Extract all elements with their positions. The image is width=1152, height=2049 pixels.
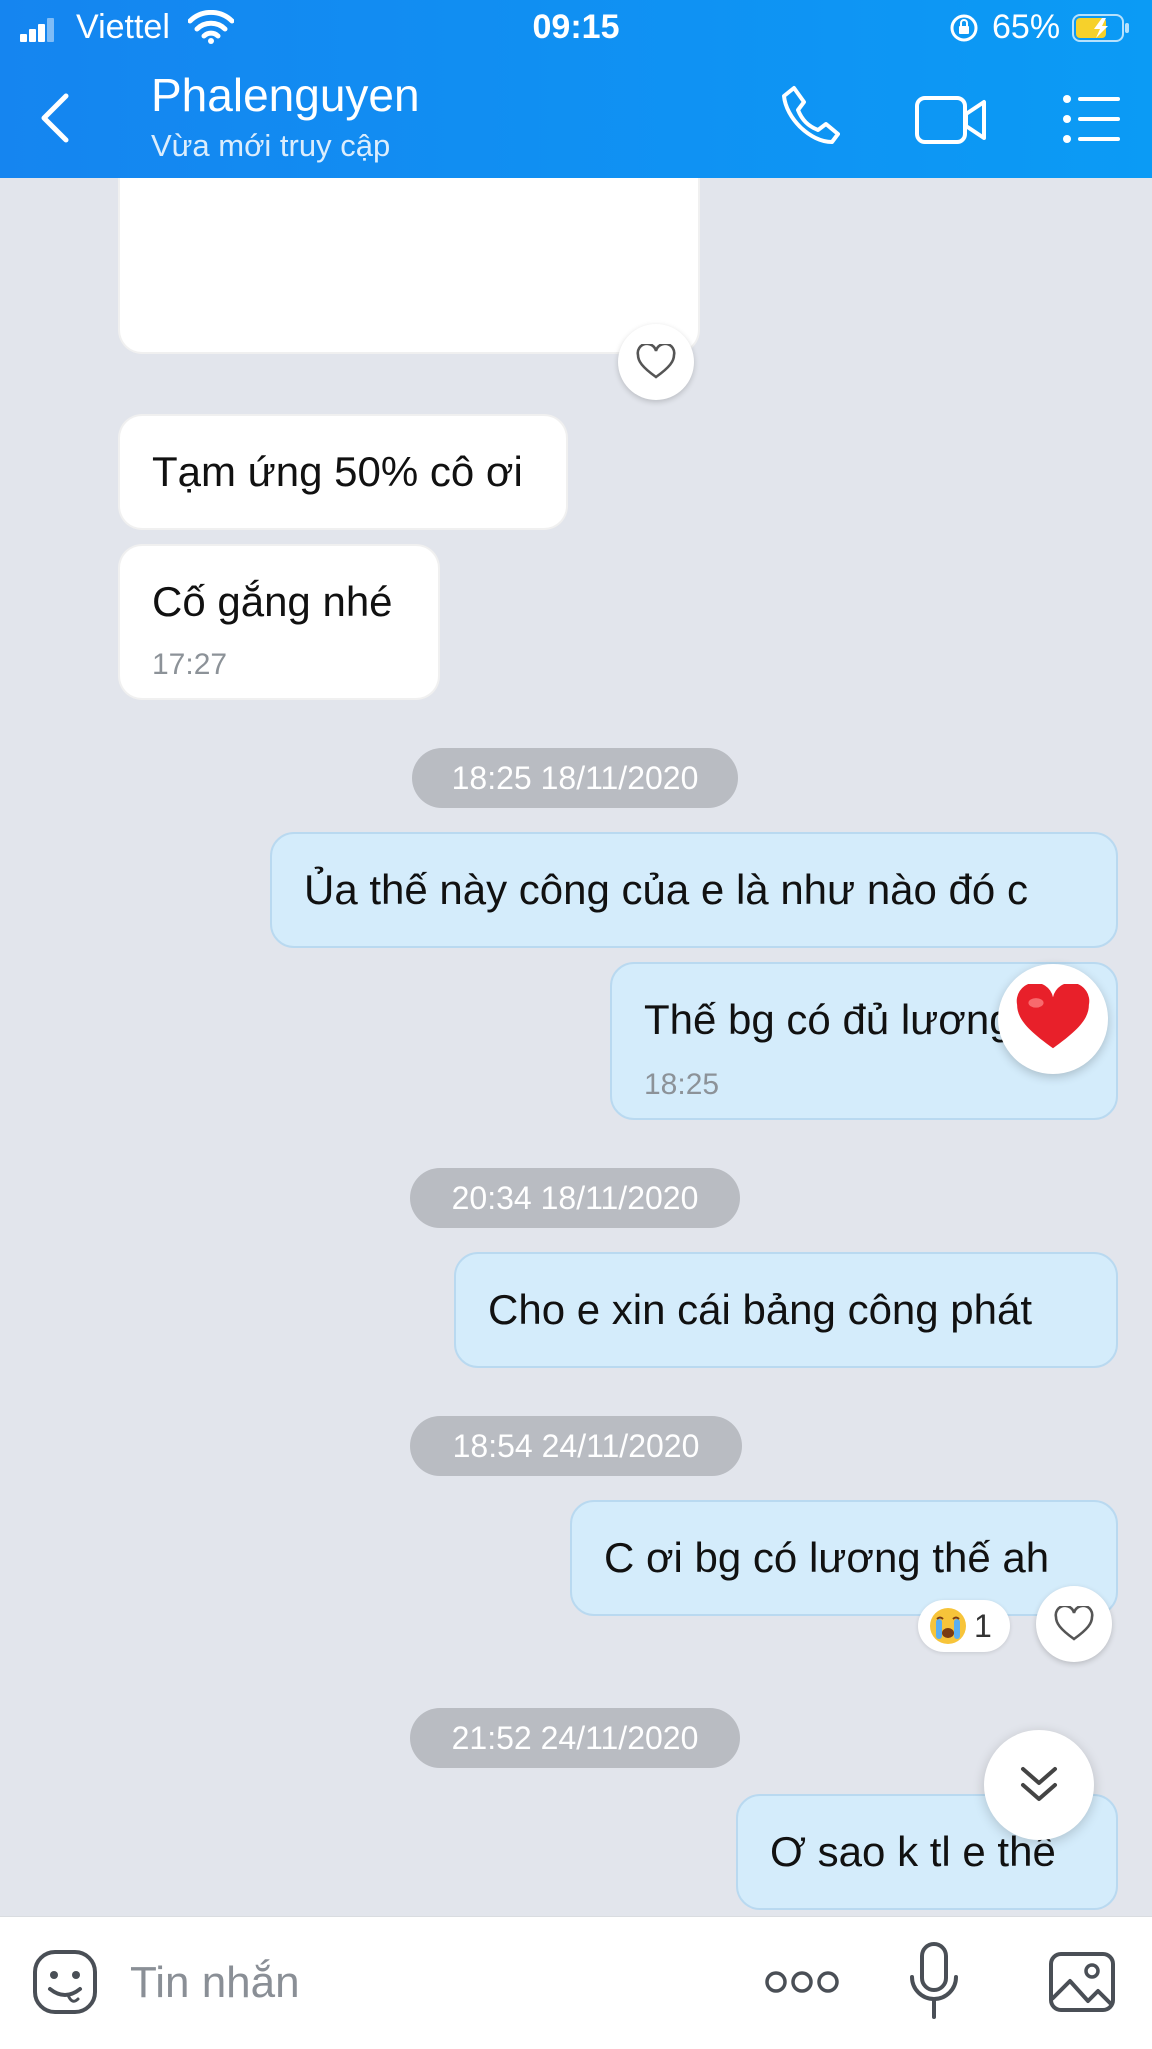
- date-separator: 21:52 24/11/2020: [410, 1708, 740, 1768]
- message-bubble-incoming[interactable]: Tạm ứng 50% cô ơi: [118, 414, 568, 530]
- back-arrow-icon[interactable]: [36, 90, 76, 146]
- message-text: Ủa thế này công của e là như nào đó c: [304, 866, 1028, 913]
- message-input-bar: [0, 1916, 1152, 2049]
- list-menu-icon[interactable]: [1062, 94, 1122, 144]
- red-heart-icon: [1016, 984, 1090, 1049]
- app-header: Viettel 09:15 65% Phalenguyen Vừa mới tr…: [0, 0, 1152, 178]
- message-text: Cố gắng nhé: [152, 578, 393, 625]
- chat-area[interactable]: Tạm ứng 50% cô ơi Cố gắng nhé 17:27 18:2…: [0, 178, 1152, 1916]
- crying-face-icon: [930, 1608, 966, 1644]
- phone-icon[interactable]: [780, 84, 840, 146]
- date-separator: 20:34 18/11/2020: [410, 1168, 740, 1228]
- message-time: 17:27: [152, 648, 228, 681]
- like-button[interactable]: [1036, 1586, 1112, 1662]
- message-bubble-incoming[interactable]: Cố gắng nhé 17:27: [118, 544, 440, 700]
- message-bubble-outgoing[interactable]: C ơi bg có lương thế ah: [570, 1500, 1118, 1616]
- message-input[interactable]: [128, 1947, 712, 2019]
- message-text: Ơ sao k tl e thế: [770, 1828, 1056, 1875]
- contact-name[interactable]: Phalenguyen: [151, 68, 420, 122]
- battery-icon: [1072, 14, 1129, 42]
- message-text: Tạm ứng 50% cô ơi: [152, 448, 523, 495]
- presence-status: Vừa mới truy cập: [151, 128, 391, 163]
- scroll-to-bottom-button[interactable]: [984, 1730, 1094, 1840]
- emoji-face-icon[interactable]: [32, 1949, 98, 2015]
- microphone-icon[interactable]: [908, 1941, 960, 2023]
- message-text: Thế bg có đủ lương: [644, 996, 1013, 1043]
- date-separator: 18:54 24/11/2020: [410, 1416, 742, 1476]
- image-message-card[interactable]: [118, 178, 700, 354]
- heart-reaction[interactable]: [998, 964, 1108, 1074]
- message-bubble-outgoing[interactable]: Ủa thế này công của e là như nào đó c: [270, 832, 1118, 948]
- heart-icon: [1054, 1606, 1094, 1641]
- like-button[interactable]: [618, 324, 694, 400]
- image-icon[interactable]: [1048, 1951, 1116, 2013]
- reaction-summary[interactable]: 1: [918, 1600, 1010, 1652]
- date-separator: 18:25 18/11/2020: [412, 748, 738, 808]
- video-camera-icon[interactable]: [914, 92, 988, 148]
- double-chevron-down-icon: [1021, 1767, 1057, 1801]
- heart-icon: [636, 344, 676, 379]
- rotation-lock-icon: [950, 14, 978, 42]
- reaction-count: 1: [974, 1608, 992, 1644]
- battery-percent: 65%: [992, 8, 1061, 46]
- message-time: 18:25: [644, 1068, 720, 1101]
- message-text: C ơi bg có lương thế ah: [604, 1534, 1050, 1581]
- status-bar: Viettel 09:15 65%: [0, 0, 1152, 58]
- message-bubble-outgoing[interactable]: Cho e xin cái bảng công phát: [454, 1252, 1118, 1368]
- more-dots-icon[interactable]: [764, 1967, 840, 1997]
- message-text: Cho e xin cái bảng công phát: [488, 1286, 1033, 1333]
